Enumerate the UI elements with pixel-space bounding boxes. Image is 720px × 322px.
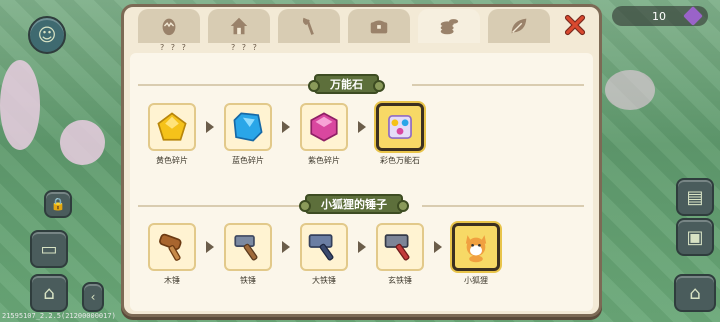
dark-iron-hammer-icon	[384, 234, 410, 261]
cherry-blossom-tree	[0, 60, 40, 150]
purple-shard-icon	[310, 112, 338, 142]
chat-icon: ▭	[40, 238, 58, 260]
card-button[interactable]: ▣	[676, 218, 714, 256]
coins-icon	[440, 19, 459, 35]
item-label: 大铁锤	[312, 276, 336, 285]
lock-icon[interactable]: 🔒	[44, 190, 72, 218]
item-label: 小狐狸	[464, 276, 488, 285]
recipe-item-rainbow-stone[interactable]: 彩色万能石	[374, 103, 426, 166]
close-icon	[564, 14, 586, 36]
tab-egg-caption: ? ? ?	[160, 43, 188, 52]
card-icon: ▣	[686, 226, 704, 248]
home-button[interactable]: ⌂	[30, 274, 68, 312]
arrow-icon	[282, 241, 290, 253]
section-title-stone: 万能石	[308, 74, 385, 94]
arrow-icon	[434, 241, 442, 253]
chest-icon	[370, 20, 388, 34]
divider	[412, 84, 584, 86]
egg-icon	[162, 18, 176, 36]
item-label: 铁锤	[240, 276, 256, 285]
recipe-item-big-iron-hammer[interactable]: 大铁锤	[298, 223, 350, 286]
rainbow-stone-icon	[388, 115, 412, 139]
book-button[interactable]: ▤	[676, 178, 714, 216]
arrow-icon	[358, 241, 366, 253]
tab-house-caption: ? ? ?	[231, 43, 259, 52]
item-label: 彩色万能石	[380, 156, 420, 165]
divider	[138, 205, 308, 207]
tab-coins[interactable]	[418, 9, 480, 43]
leaf-icon	[511, 18, 527, 34]
arrow-icon	[206, 121, 214, 133]
recipe-item-dark-iron-hammer[interactable]: 玄铁锤	[374, 223, 426, 286]
recipe-item-yellow-shard[interactable]: 黄色碎片	[146, 103, 198, 166]
book-icon: ▤	[686, 186, 704, 208]
shop-button[interactable]: ⌂	[674, 274, 716, 312]
recipe-panel: 万能石 黄色碎片 蓝色碎片 紫色碎片 彩色万能石 小狐狸的锤子 木锤 铁锤 大铁…	[130, 53, 593, 311]
arrow-icon	[358, 121, 366, 133]
tab-chest[interactable]	[348, 9, 410, 43]
recipe-item-wood-hammer[interactable]: 木锤	[146, 223, 198, 286]
collapse-arrow-button[interactable]: ‹	[82, 282, 104, 312]
yellow-shard-icon	[157, 112, 187, 141]
item-label: 紫色碎片	[308, 156, 340, 165]
item-label: 木锤	[164, 276, 180, 285]
recipe-item-little-fox[interactable]: 小狐狸	[450, 223, 502, 286]
currency-value: 10	[652, 9, 666, 23]
recipe-item-blue-shard[interactable]: 蓝色碎片	[222, 103, 274, 166]
divider	[138, 84, 318, 86]
recipe-item-purple-shard[interactable]: 紫色碎片	[298, 103, 350, 166]
wood-hammer-icon	[159, 233, 182, 261]
close-button[interactable]	[563, 13, 587, 37]
collection-modal: ? ? ? ? ? ? 万能石 黄色碎片 蓝色碎片 紫色碎片 彩色万能石 小狐狸…	[121, 4, 602, 317]
tab-house[interactable]	[208, 9, 270, 43]
currency-bar: 10	[612, 6, 708, 26]
section-title-hammer: 小狐狸的锤子	[299, 194, 409, 214]
axe-icon	[302, 17, 314, 35]
player-avatar-button[interactable]: ☺	[28, 16, 66, 54]
tab-leaf[interactable]	[488, 9, 550, 43]
cherry-blossom-tree	[60, 120, 105, 165]
item-label: 黄色碎片	[156, 156, 188, 165]
gem-icon	[683, 6, 703, 26]
arrow-icon	[282, 121, 290, 133]
blue-shard-icon	[233, 112, 263, 142]
arrow-icon	[206, 241, 214, 253]
build-version-label: 21595107_2.2.5(21200000017)	[2, 312, 116, 320]
fox-icon	[465, 235, 487, 263]
tab-egg[interactable]	[138, 9, 200, 43]
item-label: 玄铁锤	[388, 276, 412, 285]
recipe-item-iron-hammer[interactable]: 铁锤	[222, 223, 274, 286]
home-icon: ⌂	[43, 282, 55, 304]
big-iron-hammer-icon	[308, 234, 334, 261]
shop-icon: ⌂	[689, 282, 701, 304]
divider	[422, 205, 584, 207]
iron-hammer-icon	[234, 235, 258, 261]
category-tabs	[138, 9, 550, 45]
house-icon	[230, 17, 248, 35]
item-label: 蓝色碎片	[232, 156, 264, 165]
cherry-blossom-tree	[605, 70, 655, 110]
tab-axe[interactable]	[278, 9, 340, 43]
chat-button[interactable]: ▭	[30, 230, 68, 268]
